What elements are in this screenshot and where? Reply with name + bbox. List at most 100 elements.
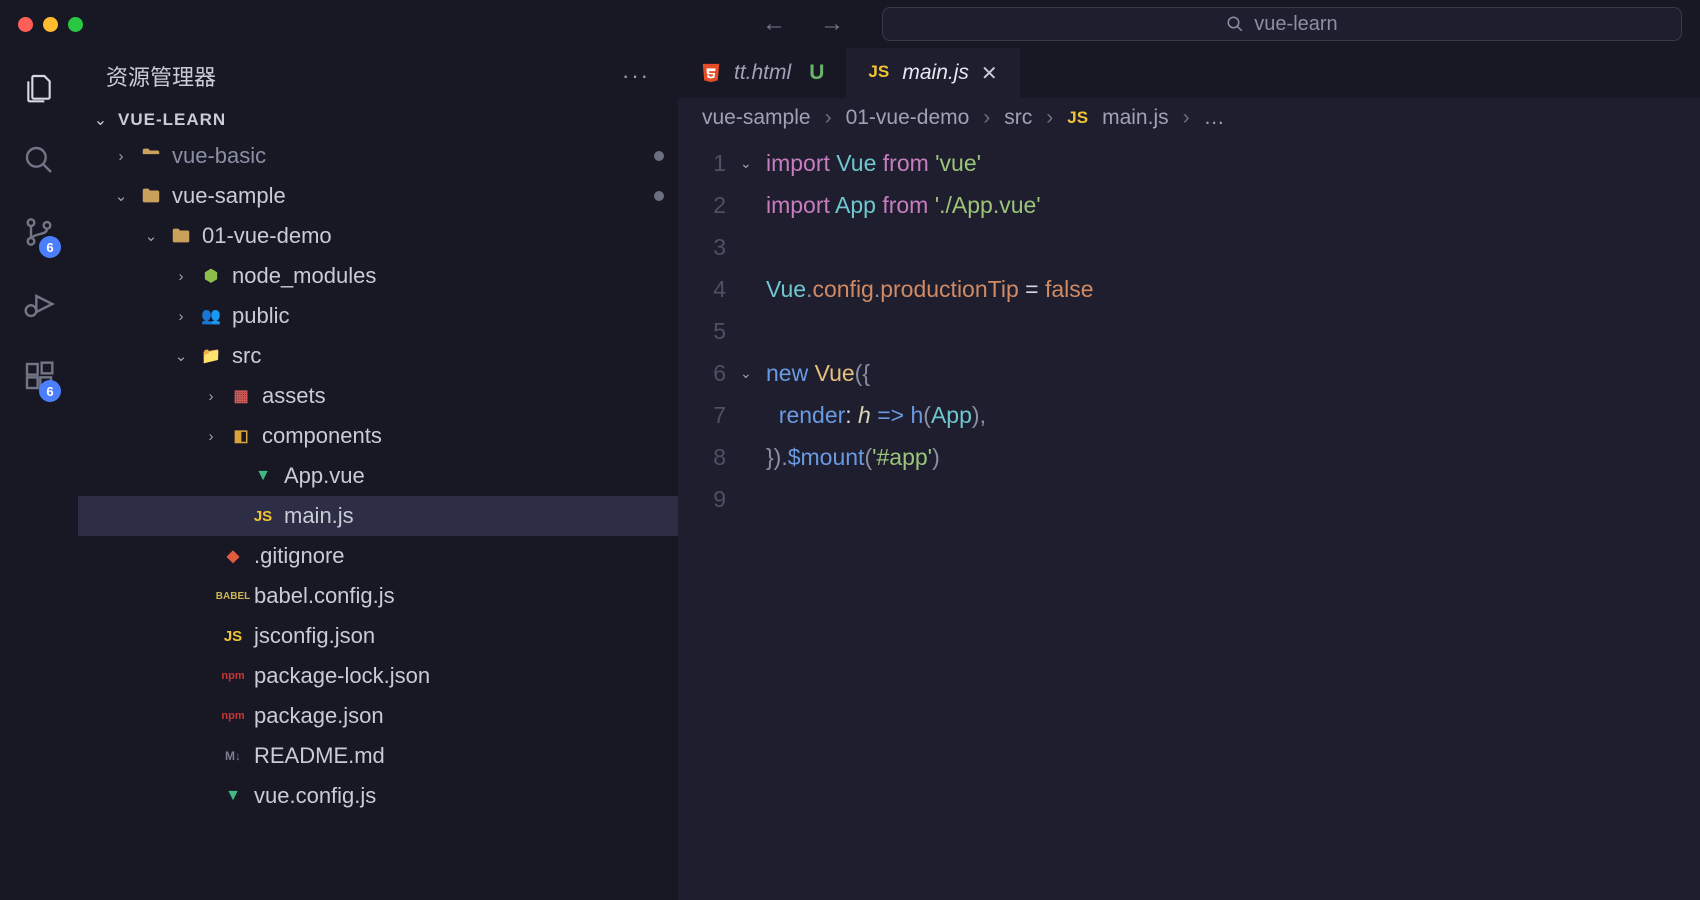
explorer-more-button[interactable]: ··· <box>622 63 650 89</box>
file-app-vue[interactable]: · ▼ App.vue <box>78 456 678 496</box>
line-number: 4 <box>678 268 740 310</box>
git-icon: ◆ <box>222 545 244 567</box>
editor-area: tt.html U JS main.js ✕ vue-sample › 01-v… <box>678 48 1700 900</box>
chevron-down-icon: ⌄ <box>92 110 110 130</box>
folder-label: src <box>232 343 261 369</box>
workspace-root[interactable]: ⌄ VUE-LEARN <box>78 104 678 136</box>
explorer-title: 资源管理器 <box>106 60 216 92</box>
modified-dot-icon <box>654 151 664 161</box>
activity-bar: 6 6 <box>0 48 78 900</box>
line-number: 1 <box>678 142 740 184</box>
tab-git-status: U <box>809 61 824 85</box>
fold-icon[interactable]: ⌄ <box>740 142 766 184</box>
line-number: 9 <box>678 478 740 520</box>
file-jsconfig[interactable]: · JS jsconfig.json <box>78 616 678 656</box>
chevron-right-icon: › <box>983 106 990 130</box>
file-readme[interactable]: · M↓ README.md <box>78 736 678 776</box>
components-folder-icon: ◧ <box>230 425 252 447</box>
folder-label: vue-basic <box>172 143 266 169</box>
file-babel-config[interactable]: · BABEL babel.config.js <box>78 576 678 616</box>
tab-label: tt.html <box>734 61 791 85</box>
markdown-icon: M↓ <box>222 745 244 767</box>
title-bar: ← → vue-learn <box>0 0 1700 48</box>
folder-node-modules[interactable]: › ⬢ node_modules <box>78 256 678 296</box>
file-package-lock[interactable]: · npm package-lock.json <box>78 656 678 696</box>
chevron-right-icon: › <box>1046 106 1053 130</box>
tab-main-js[interactable]: JS main.js ✕ <box>846 48 1019 98</box>
folder-vue-basic[interactable]: › vue-basic <box>78 136 678 176</box>
maximize-window-button[interactable] <box>68 17 83 32</box>
chevron-right-icon: › <box>1183 106 1190 130</box>
close-window-button[interactable] <box>18 17 33 32</box>
folder-label: components <box>262 423 382 449</box>
folder-label: public <box>232 303 289 329</box>
folder-components[interactable]: › ◧ components <box>78 416 678 456</box>
search-icon <box>1226 15 1244 33</box>
chevron-right-icon: › <box>172 268 190 285</box>
search-icon <box>23 144 55 176</box>
folder-01-vue-demo[interactable]: ⌄ 01-vue-demo <box>78 216 678 256</box>
editor-tabs: tt.html U JS main.js ✕ <box>678 48 1700 98</box>
file-main-js[interactable]: · JS main.js <box>78 496 678 536</box>
explorer-header: 资源管理器 ··· <box>78 48 678 104</box>
line-number: 6 <box>678 352 740 394</box>
source-control-tab[interactable]: 6 <box>23 216 55 254</box>
code-editor[interactable]: 1⌄import Vue from 'vue' 2import App from… <box>678 138 1700 520</box>
folder-label: 01-vue-demo <box>202 223 332 249</box>
breadcrumb-ellipsis[interactable]: … <box>1204 106 1225 130</box>
chevron-down-icon: ⌄ <box>112 187 130 205</box>
nav-back-button[interactable]: ← <box>754 6 794 42</box>
chevron-right-icon: › <box>202 388 220 405</box>
chevron-right-icon: › <box>202 428 220 445</box>
public-folder-icon: 👥 <box>200 305 222 327</box>
tab-tt-html[interactable]: tt.html U <box>678 48 846 98</box>
breadcrumb-item[interactable]: vue-sample <box>702 106 811 130</box>
vue-icon: ▼ <box>252 465 274 487</box>
file-gitignore[interactable]: · ◆ .gitignore <box>78 536 678 576</box>
tab-label: main.js <box>902 61 969 85</box>
run-debug-tab[interactable] <box>23 288 55 326</box>
folder-label: vue-sample <box>172 183 286 209</box>
line-number: 5 <box>678 310 740 352</box>
folder-src[interactable]: ⌄ 📁 src <box>78 336 678 376</box>
file-package-json[interactable]: · npm package.json <box>78 696 678 736</box>
line-number: 7 <box>678 394 740 436</box>
search-tab[interactable] <box>23 144 55 182</box>
nodejs-icon: ⬢ <box>200 265 222 287</box>
breadcrumb-item[interactable]: 01-vue-demo <box>846 106 970 130</box>
file-label: README.md <box>254 743 385 769</box>
chevron-right-icon: › <box>825 106 832 130</box>
file-label: package-lock.json <box>254 663 430 689</box>
history-nav: ← → <box>754 6 852 42</box>
src-folder-icon: 📁 <box>200 345 222 367</box>
close-tab-button[interactable]: ✕ <box>981 61 998 86</box>
explorer-tab[interactable] <box>23 72 55 110</box>
workspace-root-label: VUE-LEARN <box>118 110 226 130</box>
npm-icon: npm <box>222 705 244 727</box>
folder-assets[interactable]: › ▦ assets <box>78 376 678 416</box>
file-label: package.json <box>254 703 384 729</box>
modified-dot-icon <box>654 191 664 201</box>
folder-open-icon <box>170 225 192 247</box>
js-icon: JS <box>868 62 890 84</box>
command-center-search[interactable]: vue-learn <box>882 7 1682 41</box>
minimize-window-button[interactable] <box>43 17 58 32</box>
line-number: 2 <box>678 184 740 226</box>
folder-public[interactable]: › 👥 public <box>78 296 678 336</box>
folder-open-icon <box>140 185 162 207</box>
file-label: vue.config.js <box>254 783 376 809</box>
chevron-right-icon: › <box>112 148 130 165</box>
folder-icon <box>140 145 162 167</box>
file-tree: › vue-basic ⌄ vue-sample ⌄ 01-vue-demo ›… <box>78 136 678 816</box>
js-icon: JS <box>1067 108 1088 128</box>
extensions-tab[interactable]: 6 <box>23 360 55 398</box>
folder-vue-sample[interactable]: ⌄ vue-sample <box>78 176 678 216</box>
chevron-down-icon: ⌄ <box>172 347 190 365</box>
line-number: 8 <box>678 436 740 478</box>
breadcrumbs[interactable]: vue-sample › 01-vue-demo › src › JS main… <box>678 98 1700 138</box>
breadcrumb-item[interactable]: main.js <box>1102 106 1169 130</box>
fold-icon[interactable]: ⌄ <box>740 352 766 394</box>
file-vue-config[interactable]: · ▼ vue.config.js <box>78 776 678 816</box>
breadcrumb-item[interactable]: src <box>1004 106 1032 130</box>
nav-forward-button[interactable]: → <box>812 6 852 42</box>
